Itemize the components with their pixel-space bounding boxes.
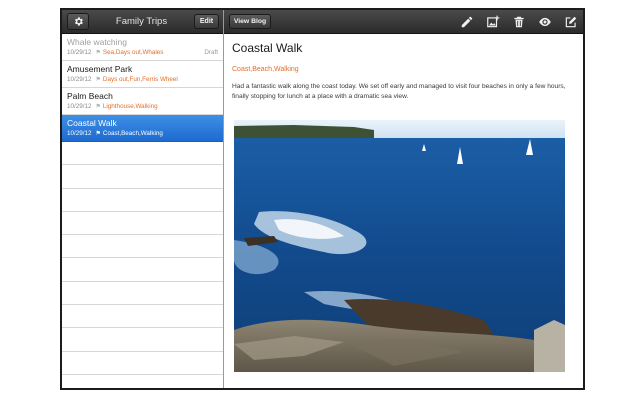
eye-icon[interactable] <box>538 15 552 29</box>
empty-row <box>62 305 223 329</box>
list-item-meta: 10/29/12 ⚑ Sea,Days out,Whales <box>67 49 163 56</box>
list-item-tags: Sea,Days out,Whales <box>102 49 164 56</box>
list-item-whale-watching[interactable]: Whale watching 10/29/12 ⚑ Sea,Days out,Wha… <box>62 34 223 61</box>
ipad-screen: Family Trips Edit Whale watching 10/29/1… <box>60 8 585 390</box>
coastal-photo <box>234 120 565 372</box>
list-item-date: 10/29/12 <box>67 103 92 110</box>
list-item-date: 10/29/12 <box>67 49 92 56</box>
empty-row <box>62 352 223 375</box>
gear-icon <box>74 17 83 26</box>
post-list-pane: Family Trips Edit Whale watching 10/29/1… <box>62 10 224 388</box>
empty-row <box>62 142 223 166</box>
list-item-date: 10/29/12 <box>67 130 92 137</box>
blog-title: Family Trips <box>115 16 168 27</box>
list-item-meta: 10/29/12 ⚑ Lighthouse,Walking <box>67 103 158 110</box>
empty-row <box>62 375 223 388</box>
list-item-coastal-walk[interactable]: Coastal Walk 10/29/12 ⚑ Coast,Beach,Walkin… <box>62 115 223 142</box>
list-item-tags: Lighthouse,Walking <box>102 103 158 110</box>
list-item-tags: Coast,Beach,Walking <box>102 130 163 137</box>
compose-icon[interactable] <box>564 15 578 29</box>
tag-icon: ⚑ <box>95 50 101 56</box>
list-item-title: Whale watching <box>67 37 128 47</box>
post-tags[interactable]: Coast,Beach,Walking <box>232 66 299 73</box>
empty-row <box>62 258 223 282</box>
post-detail-toolbar: View Blog <box>224 10 583 34</box>
view-blog-button[interactable]: View Blog <box>229 14 271 29</box>
trash-icon[interactable] <box>512 15 526 29</box>
pencil-icon[interactable] <box>460 15 474 29</box>
post-detail-pane: View Blog Coastal Walk Coast,Beach,Walki… <box>224 10 583 388</box>
empty-row <box>62 212 223 236</box>
tag-icon: ⚑ <box>95 131 101 137</box>
post-body: Had a fantastic walk along the coast tod… <box>232 83 566 100</box>
list-item-amusement-park[interactable]: Amusement Park 10/29/12 ⚑ Days out,Fun,Fer… <box>62 61 223 88</box>
empty-row <box>62 235 223 259</box>
list-item-palm-beach[interactable]: Palm Beach 10/29/12 ⚑ Lighthouse,Walking <box>62 88 223 115</box>
empty-row <box>62 328 223 352</box>
tag-icon: ⚑ <box>95 104 101 110</box>
edit-button[interactable]: Edit <box>194 14 219 29</box>
list-item-tags: Days out,Fun,Ferris Wheel <box>102 76 178 83</box>
list-item-title: Palm Beach <box>67 91 113 101</box>
list-item-title: Amusement Park <box>67 64 133 74</box>
tag-icon: ⚑ <box>95 77 101 83</box>
list-item-date: 10/29/12 <box>67 76 92 83</box>
draft-badge: Draft <box>204 49 218 56</box>
post-list-toolbar: Family Trips Edit <box>62 10 223 34</box>
list-item-meta: 10/29/12 ⚑ Days out,Fun,Ferris Wheel <box>67 76 178 83</box>
add-photo-icon[interactable] <box>486 15 500 29</box>
empty-row <box>62 189 223 212</box>
empty-row <box>62 165 223 189</box>
list-item-title: Coastal Walk <box>67 118 117 128</box>
post-photo <box>234 120 565 372</box>
list-item-meta: 10/29/12 ⚑ Coast,Beach,Walking <box>67 130 163 137</box>
empty-row <box>62 282 223 306</box>
post-title: Coastal Walk <box>232 41 303 55</box>
settings-button[interactable] <box>67 13 89 30</box>
post-list: Whale watching 10/29/12 ⚑ Sea,Days out,Wha… <box>62 34 223 388</box>
